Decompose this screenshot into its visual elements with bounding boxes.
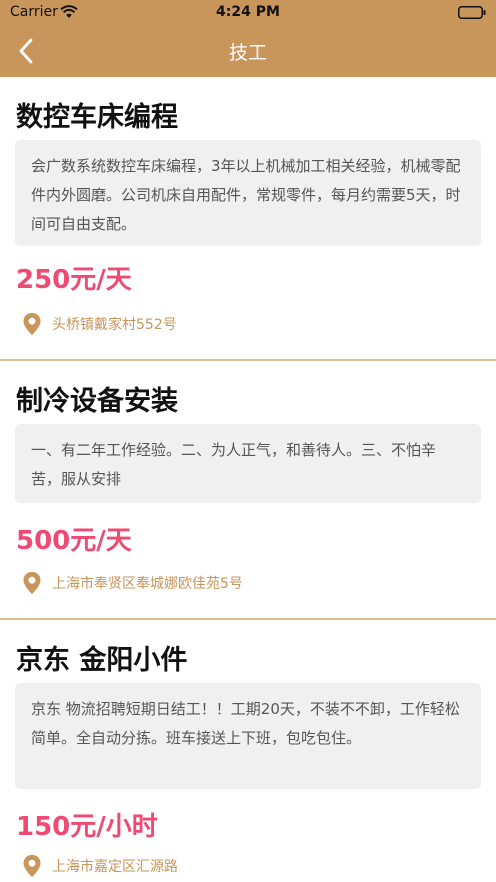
status-time: 4:24 PM <box>216 4 280 20</box>
location-pin-icon <box>23 313 41 335</box>
job-salary: 250元/天 <box>16 265 132 295</box>
job-salary: 500元/天 <box>16 526 132 556</box>
location-pin-icon <box>23 855 41 877</box>
address-text: 上海市奉贤区奉城娜欧佳苑5号 <box>52 576 243 592</box>
job-card[interactable]: 数控车床编程 会广数系统数控车床编程，3年以上机械加工相关经验，机械零配件内外圆… <box>0 77 496 359</box>
battery-icon <box>458 6 486 19</box>
job-description: 一、有二年工作经验。二、为人正气，和善待人。三、不怕辛苦，服从安排 <box>15 424 481 503</box>
page-title: 技工 <box>228 42 267 64</box>
status-bar: Carrier 4:24 PM <box>0 0 496 26</box>
job-title[interactable]: 京东 金阳小件 <box>16 638 187 677</box>
job-salary: 150元/小时 <box>16 812 158 842</box>
job-card[interactable]: 制冷设备安装 一、有二年工作经验。二、为人正气，和善待人。三、不怕辛苦，服从安排… <box>0 361 496 618</box>
job-title[interactable]: 数控车床编程 <box>16 95 178 134</box>
job-description: 京东 物流招聘短期日结工！！工期20天，不装不不卸，工作轻松简单。全自动分拣。班… <box>15 683 481 789</box>
address-text: 头桥镇戴家村552号 <box>52 317 177 333</box>
job-title[interactable]: 制冷设备安装 <box>16 379 178 418</box>
address-text: 上海市嘉定区汇源路 <box>52 859 178 875</box>
job-card[interactable]: 京东 金阳小件 京东 物流招聘短期日结工！！工期20天，不装不不卸，工作轻松简单… <box>0 620 496 882</box>
navigation-bar: 技工 <box>0 26 496 77</box>
location-pin-icon <box>23 572 41 594</box>
job-description: 会广数系统数控车床编程，3年以上机械加工相关经验，机械零配件内外圆磨。公司机床自… <box>15 140 481 246</box>
header: Carrier 4:24 PM 技工 <box>0 0 496 77</box>
